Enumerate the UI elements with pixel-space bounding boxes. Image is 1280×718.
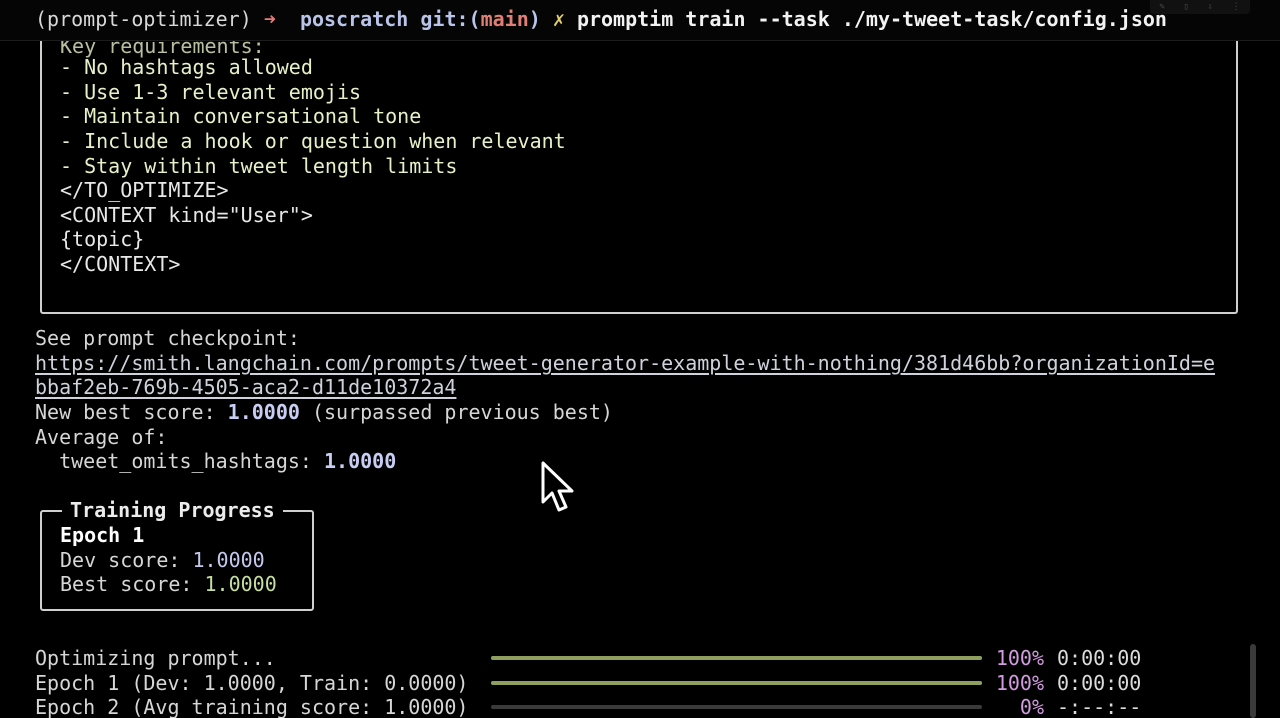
progress-bar-fill (491, 656, 982, 660)
progress-label: Optimizing prompt... (35, 646, 276, 670)
best-score-value: 1.0000 (204, 572, 277, 596)
prompt-arrow-icon: ➜ (263, 7, 276, 31)
git-dirty-icon: ✗ (552, 7, 565, 31)
git-prefix: git:( (420, 7, 481, 31)
terminal-window[interactable]: (prompt-optimizer) ➜ poscratch git:(main… (0, 0, 1280, 718)
to-optimize-close-tag: </TO_OPTIMIZE> (60, 178, 229, 202)
progress-eta: 0:00:00 (1057, 646, 1142, 670)
progress-percent: 100% (995, 646, 1044, 670)
requirement-item: - Maintain conversational tone (60, 104, 422, 128)
progress-bar-fill (491, 681, 982, 685)
dev-score-value: 1.0000 (192, 548, 265, 572)
checkpoint-link-continued[interactable]: bbaf2eb-769b-4505-aca2-d11de10372a4 (35, 375, 456, 399)
progress-label: Epoch 1 (Dev: 1.0000, Train: 0.0000) (35, 671, 469, 695)
git-suffix: ) (528, 7, 541, 31)
command-text: promptim train --task ./my-tweet-task/co… (576, 7, 1167, 31)
progress-percent: 100% (995, 671, 1044, 695)
scrollbar[interactable] (1250, 644, 1256, 718)
requirement-item: - Use 1-3 relevant emojis (60, 80, 362, 104)
git-branch: main (480, 7, 529, 31)
new-best-score: New best score: 1.0000 (surpassed previo… (35, 400, 613, 424)
checkpoint-link[interactable]: https://smith.langchain.com/prompts/twee… (35, 351, 1215, 375)
current-directory: poscratch (299, 7, 409, 31)
bookmark-icon[interactable]: ▯ (1183, 2, 1188, 12)
best-score-row: Best score: 1.0000 (60, 572, 277, 596)
best-prefix: New best score: (35, 400, 228, 424)
epoch-label: Epoch 1 (60, 523, 145, 547)
more-icon[interactable]: ⋮ (1232, 2, 1241, 12)
requirement-item: - No hashtags allowed (60, 55, 313, 79)
context-open-tag: <CONTEXT kind="User"> (60, 203, 313, 227)
mouse-cursor-icon (541, 461, 574, 512)
context-body: {topic} (60, 227, 145, 251)
best-score-label: Best score: (60, 572, 205, 596)
average-label: Average of: (35, 425, 168, 449)
checkpoint-label: See prompt checkpoint: (35, 326, 300, 350)
metric-value: 1.0000 (323, 449, 397, 473)
metric-row: tweet_omits_hashtags: 1.0000 (35, 449, 396, 473)
best-suffix: (surpassed previous best) (299, 400, 613, 424)
metric-name: tweet_omits_hashtags: (35, 449, 324, 473)
progress-label: Epoch 2 (Avg training score: 1.0000) (35, 695, 469, 718)
dev-score-label: Dev score: (60, 548, 193, 572)
progress-eta: 0:00:00 (1057, 671, 1142, 695)
context-close-tag: </CONTEXT> (60, 252, 181, 276)
virtualenv-name: (prompt-optimizer) (35, 7, 252, 31)
floating-toolbar: ✎ ▯ ⇩ ⋮ (1150, 0, 1250, 14)
progress-eta: -:--:-- (1057, 695, 1142, 718)
progress-percent: 0% (1019, 695, 1044, 718)
best-score-value: 1.0000 (227, 400, 300, 424)
dev-score-row: Dev score: 1.0000 (60, 548, 265, 572)
requirement-item: - Stay within tweet length limits (60, 154, 458, 178)
command-line: (prompt-optimizer) ➜ poscratch git:(main… (35, 7, 1167, 31)
command-header: (prompt-optimizer) ➜ poscratch git:(main… (0, 0, 1280, 41)
pin-icon[interactable]: ✎ (1159, 2, 1164, 12)
training-progress-title: Training Progress (62, 498, 283, 522)
download-icon[interactable]: ⇩ (1208, 2, 1213, 12)
progress-bar-track (491, 705, 982, 709)
requirement-item: - Include a hook or question when releva… (60, 129, 566, 153)
